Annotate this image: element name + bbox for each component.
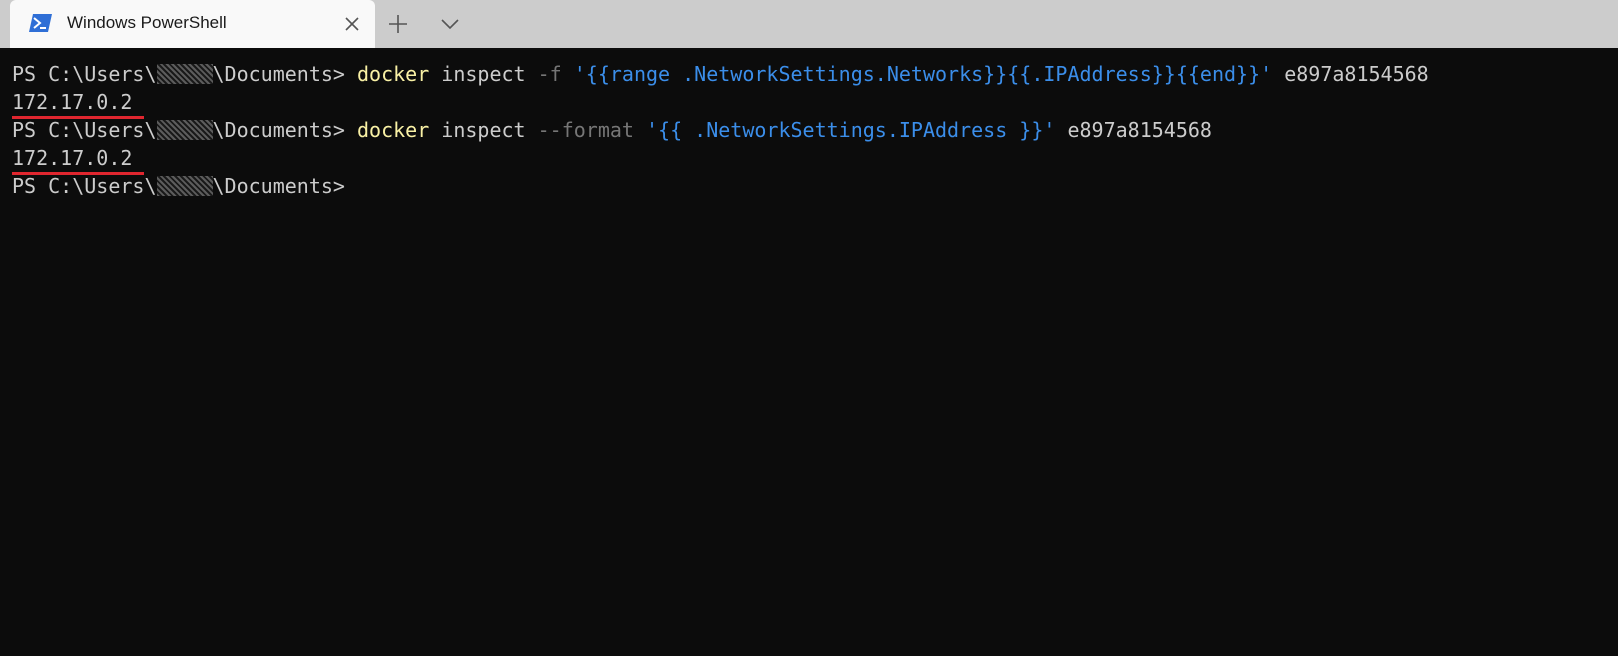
- tab-windows-powershell[interactable]: Windows PowerShell: [10, 0, 375, 48]
- prompt-suffix: \Documents>: [212, 118, 357, 142]
- command-string: '{{range .NetworkSettings.Networks}}{{.I…: [573, 62, 1273, 86]
- prompt-prefix: PS C:\Users\: [12, 62, 157, 86]
- close-icon[interactable]: [341, 13, 363, 35]
- command-args: inspect: [429, 118, 538, 142]
- container-id: e897a8154568: [1055, 118, 1212, 142]
- command-flag: --format: [537, 118, 634, 142]
- terminal-window: Windows PowerShell PS C:\Users\ \Document…: [0, 0, 1618, 656]
- output-line: 172.17.0.2: [12, 88, 132, 116]
- ip-output: 172.17.0.2: [12, 146, 133, 170]
- prompt-suffix: \Documents>: [212, 62, 357, 86]
- prompt-prefix: PS C:\Users\: [12, 118, 157, 142]
- command-args: inspect: [429, 62, 538, 86]
- prompt-prefix: PS C:\Users\: [12, 174, 157, 198]
- output-line: 172.17.0.2: [12, 144, 132, 172]
- command-space: [634, 118, 646, 142]
- command-flag: -f: [537, 62, 562, 86]
- terminal-output[interactable]: PS C:\Users\ \Documents> docker inspect -…: [0, 48, 1618, 656]
- powershell-icon: [29, 14, 52, 32]
- prompt-line: PS C:\Users\ \Documents>: [12, 172, 345, 200]
- plus-icon[interactable]: [386, 12, 410, 36]
- redacted-username: [156, 120, 213, 140]
- command-space: [562, 62, 574, 86]
- chevron-down-icon[interactable]: [438, 12, 462, 36]
- tab-bar: Windows PowerShell: [0, 0, 1618, 48]
- container-id: e897a8154568: [1272, 62, 1429, 86]
- command-string: '{{ .NetworkSettings.IPAddress }}': [646, 118, 1056, 142]
- command-name: docker: [357, 118, 430, 142]
- command-line: PS C:\Users\ \Documents> docker inspect -…: [12, 116, 1212, 144]
- command-name: docker: [357, 62, 430, 86]
- command-line: PS C:\Users\ \Documents> docker inspect -…: [12, 60, 1429, 88]
- ip-output: 172.17.0.2: [12, 90, 133, 114]
- redacted-username: [156, 64, 213, 84]
- redacted-username: [156, 176, 213, 196]
- prompt-suffix: \Documents>: [212, 174, 345, 198]
- tab-title: Windows PowerShell: [67, 13, 227, 32]
